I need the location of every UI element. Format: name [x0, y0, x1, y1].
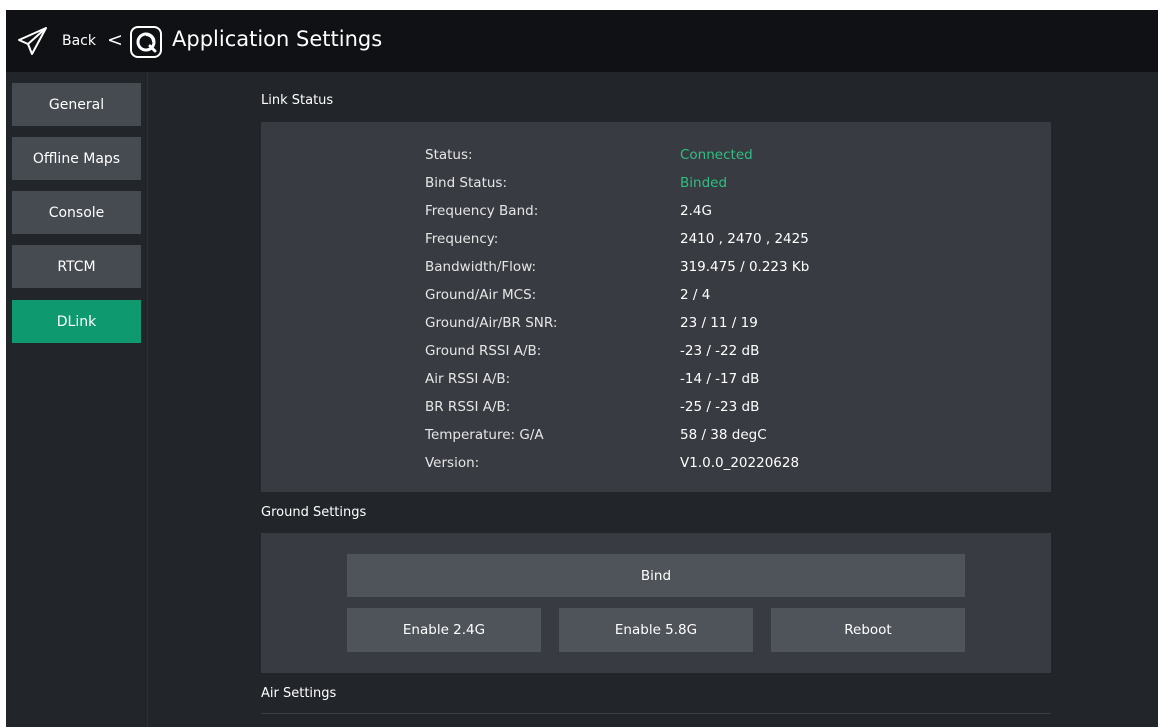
air-rssi-value: -14 / -17 dB: [680, 371, 760, 387]
section-divider: [261, 713, 1051, 714]
sidebar-item-console[interactable]: Console: [12, 191, 141, 234]
br-rssi-value: -25 / -23 dB: [680, 399, 760, 415]
version-value: V1.0.0_20220628: [680, 455, 800, 471]
sidebar-item-rtcm[interactable]: RTCM: [12, 245, 141, 288]
page-title: Application Settings: [172, 27, 383, 51]
link-status-heading: Link Status: [261, 93, 334, 108]
temperature-value: 58 / 38 degC: [680, 427, 767, 443]
status-value: Connected: [680, 147, 753, 163]
br-rssi-key: BR RSSI A/B:: [425, 399, 511, 415]
chevron-left-icon[interactable]: <: [107, 29, 123, 51]
sidebar: General Offline Maps Console RTCM DLink: [6, 72, 148, 727]
enable-2-4g-button[interactable]: Enable 2.4G: [347, 608, 541, 652]
enable-5-8g-button[interactable]: Enable 5.8G: [559, 608, 753, 652]
bandwidth-flow-value: 319.475 / 0.223 Kb: [680, 259, 810, 275]
ground-air-mcs-key: Ground/Air MCS:: [425, 287, 537, 303]
bind-status-value: Binded: [680, 175, 728, 191]
bind-status-key: Bind Status:: [425, 175, 507, 191]
ground-rssi-key: Ground RSSI A/B:: [425, 343, 542, 359]
app-logo-icon: [129, 25, 163, 63]
bandwidth-flow-key: Bandwidth/Flow:: [425, 259, 537, 275]
status-key: Status:: [425, 147, 473, 163]
frequency-key: Frequency:: [425, 231, 499, 247]
ground-air-mcs-value: 2 / 4: [680, 287, 711, 303]
ground-rssi-value: -23 / -22 dB: [680, 343, 760, 359]
sidebar-item-offline-maps[interactable]: Offline Maps: [12, 137, 141, 180]
sidebar-item-general[interactable]: General: [12, 83, 141, 126]
paper-plane-icon[interactable]: [16, 24, 50, 62]
frequency-band-value: 2.4G: [680, 203, 712, 219]
snr-key: Ground/Air/BR SNR:: [425, 315, 558, 331]
ground-settings-panel: Bind Enable 2.4G Enable 5.8G Reboot: [261, 533, 1051, 673]
air-settings-heading: Air Settings: [261, 686, 337, 701]
back-button[interactable]: Back: [62, 33, 96, 49]
snr-value: 23 / 11 / 19: [680, 315, 758, 331]
sidebar-item-dlink[interactable]: DLink: [12, 300, 141, 343]
air-rssi-key: Air RSSI A/B:: [425, 371, 511, 387]
reboot-button[interactable]: Reboot: [771, 608, 965, 652]
app-window: Back < Application Settings General Offl…: [6, 10, 1158, 727]
version-key: Version:: [425, 455, 480, 471]
ground-settings-heading: Ground Settings: [261, 505, 367, 520]
link-status-panel: Status: Connected Bind Status: Binded Fr…: [261, 122, 1051, 492]
bind-button[interactable]: Bind: [347, 554, 965, 597]
header-bar: Back < Application Settings: [6, 10, 1158, 72]
temperature-key: Temperature: G/A: [425, 427, 544, 443]
frequency-value: 2410 , 2470 , 2425: [680, 231, 809, 247]
frequency-band-key: Frequency Band:: [425, 203, 539, 219]
